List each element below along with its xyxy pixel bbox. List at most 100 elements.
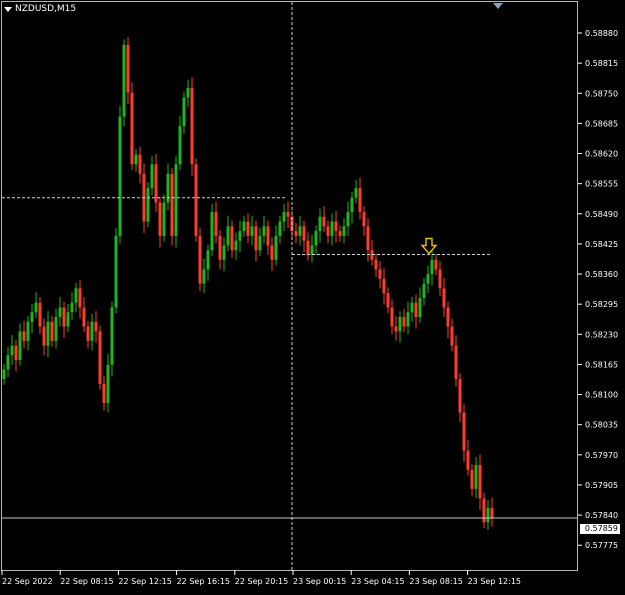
bull-candle <box>314 231 318 246</box>
bear-candle <box>302 226 306 241</box>
bull-candle <box>106 364 110 403</box>
bull-candle <box>114 235 118 308</box>
bear-candle <box>42 326 46 346</box>
bull-candle <box>206 250 210 270</box>
bull-candle <box>422 283 426 298</box>
bull-candle <box>210 212 214 251</box>
bear-candle <box>482 498 486 523</box>
bear-candle <box>490 507 494 518</box>
bull-candle <box>222 245 226 260</box>
bull-candle <box>186 87 190 98</box>
symbol-text: NZDUSD,M15 <box>15 4 77 14</box>
bull-candle <box>342 226 346 236</box>
y-axis-label: 0.58750 <box>585 89 618 98</box>
current-price-label: 0.57859 <box>580 524 620 534</box>
bear-candle <box>362 212 366 227</box>
bull-candle <box>250 226 254 236</box>
bull-candle <box>238 231 242 241</box>
bull-candle <box>182 97 186 127</box>
bear-candle <box>358 188 362 213</box>
bear-candle <box>86 326 90 341</box>
bear-candle <box>366 226 370 251</box>
bull-candle <box>134 154 138 165</box>
bull-candle <box>58 307 62 318</box>
bull-candle <box>178 126 182 165</box>
bull-candle <box>350 197 354 213</box>
bear-candle <box>94 321 98 332</box>
chevron-down-icon[interactable] <box>4 6 12 12</box>
y-axis-label: 0.57840 <box>585 511 618 520</box>
chart-shift-marker[interactable] <box>493 3 503 9</box>
bear-candle <box>126 44 130 93</box>
bear-candle <box>218 235 222 260</box>
bear-candle <box>386 293 390 308</box>
bear-candle <box>306 240 310 255</box>
bull-candle <box>354 188 358 198</box>
bear-candle <box>378 269 382 279</box>
down-arrow-icon <box>420 237 438 255</box>
bull-candle <box>318 216 322 232</box>
bear-candle <box>170 173 174 236</box>
bear-candle <box>198 235 202 284</box>
bull-candle <box>74 288 78 303</box>
bull-candle <box>418 297 422 318</box>
y-axis-label: 0.58425 <box>585 240 618 249</box>
x-axis-label: 22 Sep 08:15 <box>60 577 113 586</box>
bear-candle <box>194 164 198 236</box>
bull-candle <box>398 317 402 332</box>
chart-window[interactable]: 0.58880 0.58815 0.58750 0.58685 0.58620 0.585… <box>0 0 625 595</box>
bear-candle <box>78 288 82 308</box>
bear-candle <box>478 464 482 499</box>
y-axis-label: 0.57970 <box>585 451 618 460</box>
x-axis-label: 23 Sep 08:15 <box>409 577 462 586</box>
bear-candle <box>438 269 442 289</box>
bull-candle <box>26 321 30 341</box>
bull-candle <box>274 235 278 260</box>
bull-candle <box>146 188 150 222</box>
bear-candle <box>458 379 462 413</box>
bull-candle <box>122 44 126 117</box>
bull-candle <box>282 212 286 222</box>
bear-candle <box>466 450 470 470</box>
bear-candle <box>338 231 342 236</box>
bear-candle <box>394 326 398 332</box>
bear-candle <box>62 307 66 327</box>
bull-candle <box>18 331 22 360</box>
x-axis-label: 22 Sep 12:15 <box>118 577 171 586</box>
bear-candle <box>334 221 338 232</box>
bull-candle <box>486 507 490 523</box>
bull-candle <box>298 226 302 236</box>
y-axis-label: 0.58165 <box>585 360 618 369</box>
bear-candle <box>50 321 54 341</box>
bear-candle <box>450 326 454 346</box>
bull-candle <box>90 321 94 341</box>
bull-candle <box>30 312 34 322</box>
bull-candle <box>330 221 334 236</box>
bull-candle <box>278 221 282 236</box>
y-axis-label: 0.58100 <box>585 391 618 400</box>
bear-candle <box>38 302 42 327</box>
candlestick-chart[interactable]: 0.58880 0.58815 0.58750 0.58685 0.58620 0.585… <box>0 0 625 595</box>
x-axis-label: 23 Sep 12:15 <box>468 577 521 586</box>
y-axis-label: 0.58555 <box>585 180 618 189</box>
bull-candle <box>202 269 206 284</box>
bull-candle <box>258 235 262 251</box>
bear-candle <box>286 212 290 217</box>
x-axis-label: 22 Sep 20:15 <box>235 577 288 586</box>
bear-candle <box>154 164 158 203</box>
y-axis-label: 0.58490 <box>585 210 618 219</box>
bear-candle <box>442 288 446 308</box>
y-axis-label: 0.58685 <box>585 119 618 128</box>
bull-candle <box>234 240 238 251</box>
bear-candle <box>266 226 270 246</box>
bull-candle <box>2 369 6 380</box>
y-axis-label: 0.58880 <box>585 29 618 38</box>
y-axis-label: 0.58230 <box>585 330 618 339</box>
bull-candle <box>110 307 114 365</box>
bear-candle <box>22 331 26 341</box>
bull-candle <box>34 302 38 313</box>
bear-candle <box>190 87 194 165</box>
bear-candle <box>414 302 418 318</box>
bull-candle <box>10 345 14 356</box>
bear-candle <box>98 331 102 384</box>
